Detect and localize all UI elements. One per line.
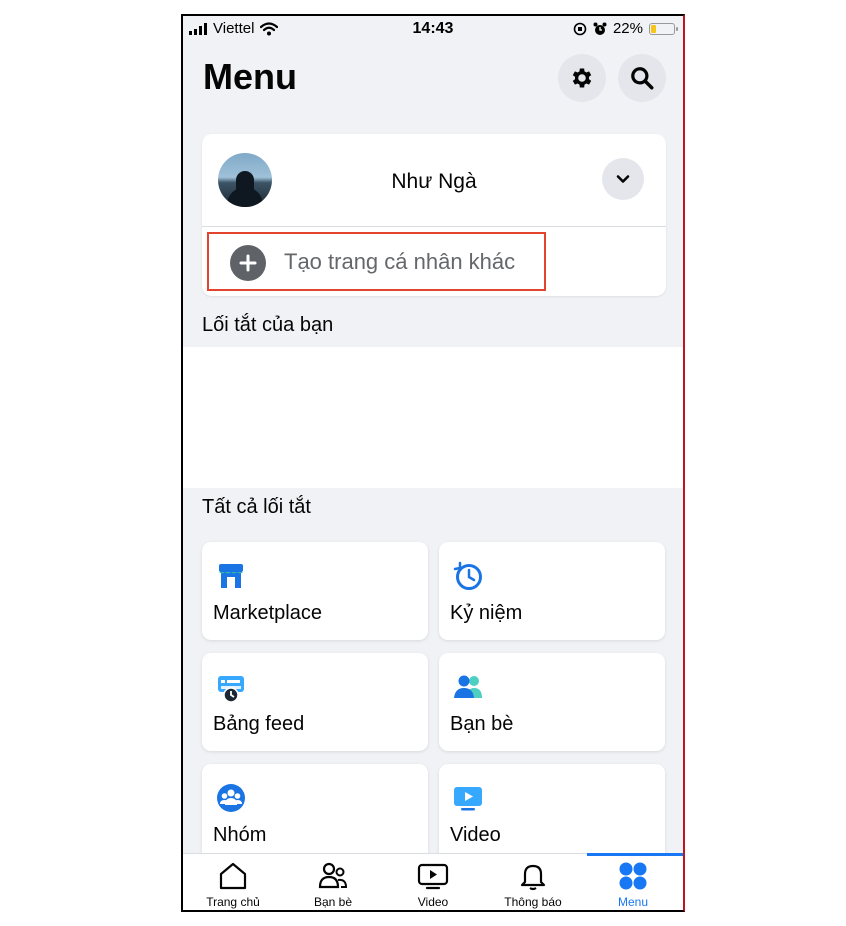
friends-icon (454, 675, 482, 698)
tab-label: Bạn bè (313, 895, 353, 909)
all-shortcuts-heading: Tất cả lối tắt (202, 496, 311, 518)
shortcut-label: Nhóm (213, 824, 267, 846)
switch-profile-button[interactable] (602, 158, 644, 200)
tab-label: Menu (617, 895, 649, 909)
tab-label: Video (417, 895, 449, 909)
bottom-tab-bar: Trang chủ Bạn bè Video Thông báo Menu (183, 853, 683, 910)
video-icon (454, 787, 482, 811)
battery-percent: 22% (612, 20, 643, 37)
memories-icon (453, 561, 482, 590)
shortcut-feeds[interactable]: Bảng feed (202, 653, 428, 751)
gear-icon (572, 68, 592, 88)
battery-icon (649, 22, 678, 35)
shortcut-label: Kỷ niệm (450, 602, 523, 624)
your-shortcuts-area (183, 347, 683, 488)
phone-screen: Viettel 14:43 22% Menu Như Ngà Tạo trang… (181, 14, 685, 912)
shortcut-groups[interactable]: Nhóm (202, 764, 428, 862)
status-bar: Viettel 14:43 22% (183, 16, 683, 44)
video-icon (417, 863, 449, 890)
shortcut-marketplace[interactable]: Marketplace (202, 542, 428, 640)
tab-label: Thông báo (504, 895, 562, 909)
groups-icon (217, 784, 245, 812)
page-title: Menu (203, 56, 297, 97)
profile-card: Như Ngà Tạo trang cá nhân khác (202, 134, 666, 296)
search-icon (631, 67, 654, 90)
bell-icon (520, 864, 546, 891)
shortcut-label: Video (450, 824, 501, 846)
alarm-icon (593, 22, 607, 35)
tab-menu[interactable]: Menu (583, 853, 683, 910)
shortcut-video[interactable]: Video (439, 764, 665, 862)
rotation-lock-icon (573, 22, 587, 35)
tab-label: Trang chủ (206, 895, 260, 909)
tab-home[interactable]: Trang chủ (183, 854, 283, 910)
tab-video[interactable]: Video (383, 854, 483, 910)
shortcut-friends[interactable]: Bạn bè (439, 653, 665, 751)
tab-friends[interactable]: Bạn bè (283, 854, 383, 910)
feeds-icon (218, 676, 244, 703)
shortcut-label: Bảng feed (213, 713, 305, 735)
plus-icon (230, 245, 266, 281)
tab-notifications[interactable]: Thông báo (483, 854, 583, 910)
shortcut-label: Marketplace (213, 602, 322, 624)
create-profile-button[interactable]: Tạo trang cá nhân khác (207, 232, 546, 291)
marketplace-icon (219, 564, 243, 588)
create-profile-label: Tạo trang cá nhân khác (284, 249, 516, 274)
settings-button[interactable] (558, 54, 606, 102)
menu-grid-icon (619, 862, 647, 890)
home-icon (219, 862, 247, 890)
profile-name[interactable]: Như Ngà (202, 170, 666, 194)
shortcut-memories[interactable]: Kỷ niệm (439, 542, 665, 640)
shortcut-label: Bạn bè (450, 713, 514, 735)
chevron-down-icon (616, 175, 630, 183)
friends-icon (318, 862, 348, 889)
search-button[interactable] (618, 54, 666, 102)
your-shortcuts-heading: Lối tắt của bạn (202, 314, 334, 336)
divider (202, 226, 666, 227)
